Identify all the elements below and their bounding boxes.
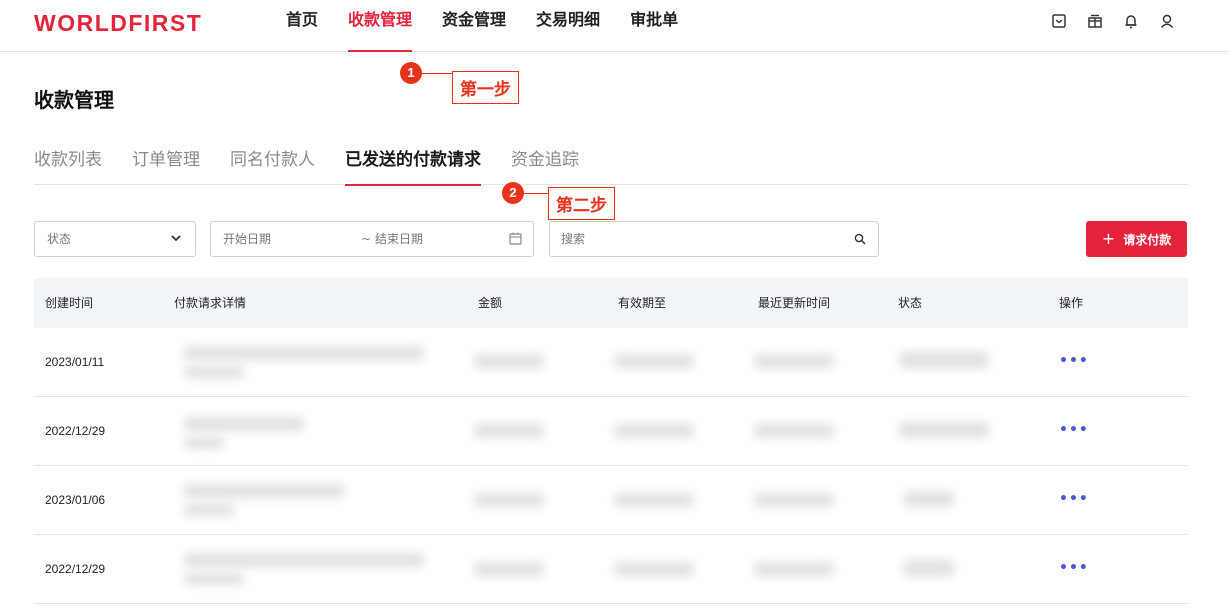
main-nav: 首页 收款管理 资金管理 交易明细 审批单: [286, 0, 708, 52]
redacted-status: [904, 560, 954, 576]
chevron-down-icon: [171, 235, 181, 242]
redacted-last-updated: [754, 562, 834, 576]
top-navigation-bar: WORLDFIRST 首页 收款管理 资金管理 交易明细 审批单: [0, 0, 1228, 52]
step-1-marker: 1: [400, 62, 422, 84]
status-select-label: 状态: [47, 232, 72, 246]
column-header-actions: 操作: [1059, 296, 1084, 310]
step-1-label: 第一步: [452, 71, 519, 104]
tab-fund-tracking[interactable]: 资金追踪: [511, 140, 579, 185]
more-actions-button[interactable]: •••: [1059, 466, 1089, 532]
redacted-last-updated: [754, 354, 834, 368]
status-select[interactable]: 状态: [34, 221, 196, 257]
table-row: 2023/01/11 •••: [34, 328, 1188, 397]
more-actions-button[interactable]: •••: [1059, 397, 1089, 463]
redacted-request-details: [184, 366, 244, 378]
redacted-request-details: [184, 573, 244, 585]
payment-request-table: 创建时间 付款请求详情 金额 有效期至 最近更新时间 状态 操作 2023/01…: [34, 278, 1188, 604]
search-input[interactable]: [561, 222, 841, 256]
column-header-request-details: 付款请求详情: [174, 296, 247, 310]
redacted-request-details: [184, 484, 344, 498]
created-date: 2022/12/29: [45, 562, 106, 576]
created-date: 2023/01/06: [45, 493, 106, 507]
redacted-amount: [474, 354, 544, 368]
request-payment-button[interactable]: + 请求付款: [1086, 221, 1187, 257]
more-actions-button[interactable]: •••: [1059, 535, 1089, 601]
nav-item-transaction-details[interactable]: 交易明细: [536, 0, 600, 52]
calendar-icon: [509, 232, 522, 245]
plus-icon: +: [1101, 229, 1116, 248]
redacted-valid-until: [614, 354, 694, 368]
user-icon[interactable]: [1156, 10, 1178, 32]
column-header-valid-until[interactable]: 有效期至: [618, 278, 666, 328]
more-actions-button[interactable]: •••: [1059, 328, 1089, 394]
column-header-last-updated[interactable]: 最近更新时间: [758, 278, 830, 328]
request-payment-button-label: 请求付款: [1123, 232, 1172, 247]
redacted-amount: [474, 424, 544, 438]
redacted-last-updated: [754, 424, 834, 438]
tab-collection-list[interactable]: 收款列表: [34, 140, 102, 185]
step-2-connector: [522, 193, 548, 194]
bell-icon[interactable]: [1120, 10, 1142, 32]
date-range-picker[interactable]: 开始日期 ~ 结束日期: [210, 221, 534, 257]
worldfirst-logo[interactable]: WORLDFIRST: [34, 10, 202, 37]
column-header-amount[interactable]: 金额: [478, 278, 502, 328]
redacted-status: [899, 352, 989, 368]
date-separator: ~: [361, 232, 372, 246]
gift-icon[interactable]: [1084, 10, 1106, 32]
nav-item-collection-management[interactable]: 收款管理: [348, 0, 413, 52]
redacted-status: [904, 491, 954, 507]
step-2-label: 第二步: [548, 187, 615, 220]
redacted-request-details: [184, 346, 424, 360]
start-date-field[interactable]: 开始日期: [223, 222, 271, 256]
redacted-valid-until: [614, 562, 694, 576]
table-header: 创建时间 付款请求详情 金额 有效期至 最近更新时间 状态 操作: [34, 278, 1188, 328]
sub-tab-bar: 收款列表 订单管理 同名付款人 已发送的付款请求 资金追踪: [34, 140, 1188, 186]
redacted-request-details: [184, 417, 304, 431]
table-row: 2023/01/06 •••: [34, 466, 1188, 535]
column-header-created-time[interactable]: 创建时间: [45, 278, 93, 328]
step-2-marker: 2: [502, 182, 524, 204]
end-date-field[interactable]: 结束日期: [375, 222, 423, 256]
nav-item-approvals[interactable]: 审批单: [630, 0, 678, 52]
redacted-amount: [474, 493, 544, 507]
step-1-connector: [420, 73, 452, 74]
redacted-last-updated: [754, 493, 834, 507]
redacted-valid-until: [614, 493, 694, 507]
page-title: 收款管理: [34, 88, 114, 112]
redacted-request-details: [184, 437, 224, 449]
redacted-valid-until: [614, 424, 694, 438]
redacted-request-details: [184, 504, 234, 516]
nav-item-home[interactable]: 首页: [286, 0, 318, 52]
table-row: 2022/12/29 •••: [34, 535, 1188, 604]
table-row: 2022/12/29 •••: [34, 397, 1188, 466]
column-header-status: 状态: [898, 296, 923, 310]
search-box: [549, 221, 879, 257]
wallet-icon[interactable]: [1048, 10, 1070, 32]
redacted-amount: [474, 562, 544, 576]
redacted-status: [899, 422, 989, 438]
tab-same-name-payer[interactable]: 同名付款人: [230, 140, 315, 185]
created-date: 2023/01/11: [45, 355, 105, 369]
nav-item-fund-management[interactable]: 资金管理: [442, 0, 506, 52]
tab-order-management[interactable]: 订单管理: [132, 140, 200, 185]
tab-sent-payment-requests[interactable]: 已发送的付款请求: [345, 140, 481, 186]
created-date: 2022/12/29: [45, 424, 106, 438]
redacted-request-details: [184, 553, 424, 567]
top-icon-group: [1048, 10, 1178, 32]
search-icon[interactable]: [854, 233, 866, 245]
